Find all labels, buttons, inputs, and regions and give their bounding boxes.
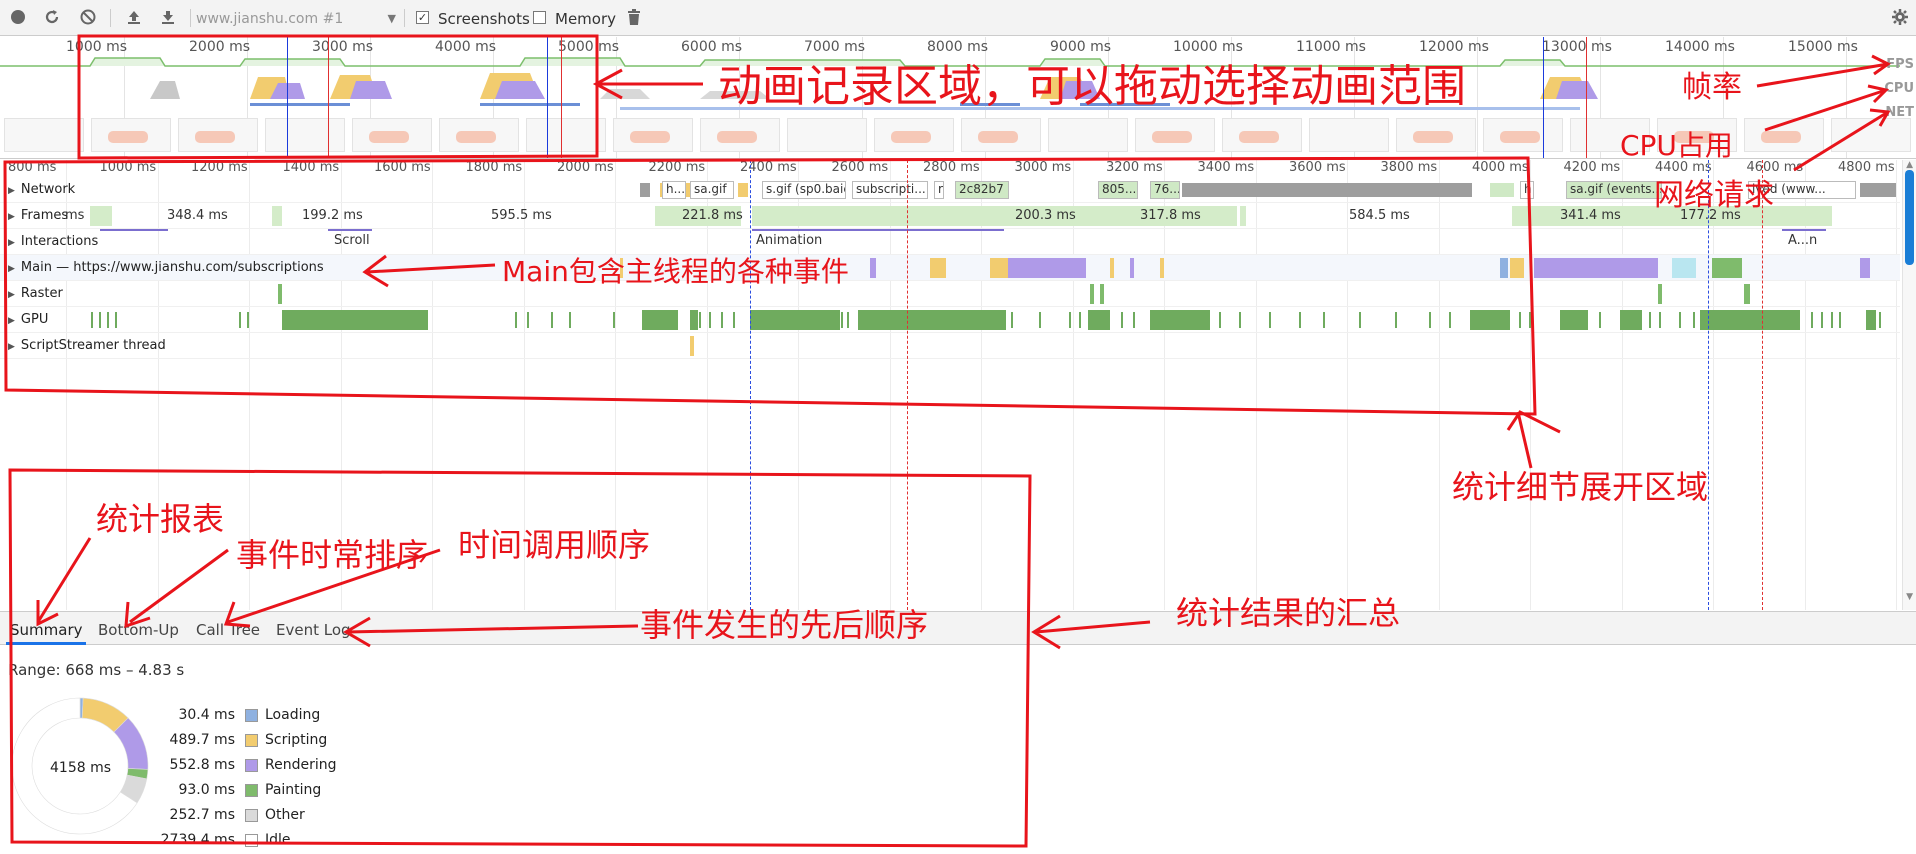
annotation-details: 统计细节展开区域 (1452, 468, 1709, 506)
anim-record-arrow (592, 68, 703, 100)
anim-record-box (77, 34, 599, 160)
annotation-call-tree: 时间调用顺序 (458, 526, 651, 564)
annotation-event-log: 事件发生的先后顺序 (640, 606, 929, 644)
annotation-fps: 帧率 (1682, 70, 1742, 105)
summary-arrow (1031, 614, 1151, 650)
bottom-up-arrow (124, 548, 229, 629)
main-arrow (362, 254, 496, 288)
annotation-net: 网络请求 (1654, 178, 1774, 213)
annotation-anim-record: 动画记录区域，可以拖动选择动画范围 (718, 61, 1466, 112)
details-arrow (1506, 410, 1561, 469)
annotation-bottom-up: 事件时常排序 (236, 536, 429, 574)
net-arrow (1793, 108, 1891, 172)
annotation-main: Main包含主线程的各种事件 (502, 255, 849, 288)
event-log-arrow (343, 616, 639, 648)
fps-arrow (1756, 54, 1891, 88)
annotation-cpu: CPU占用 (1620, 129, 1733, 162)
report-arrow (36, 537, 92, 627)
annotation-report: 统计报表 (96, 500, 225, 538)
annotation-summary: 统计结果的汇总 (1176, 594, 1401, 632)
